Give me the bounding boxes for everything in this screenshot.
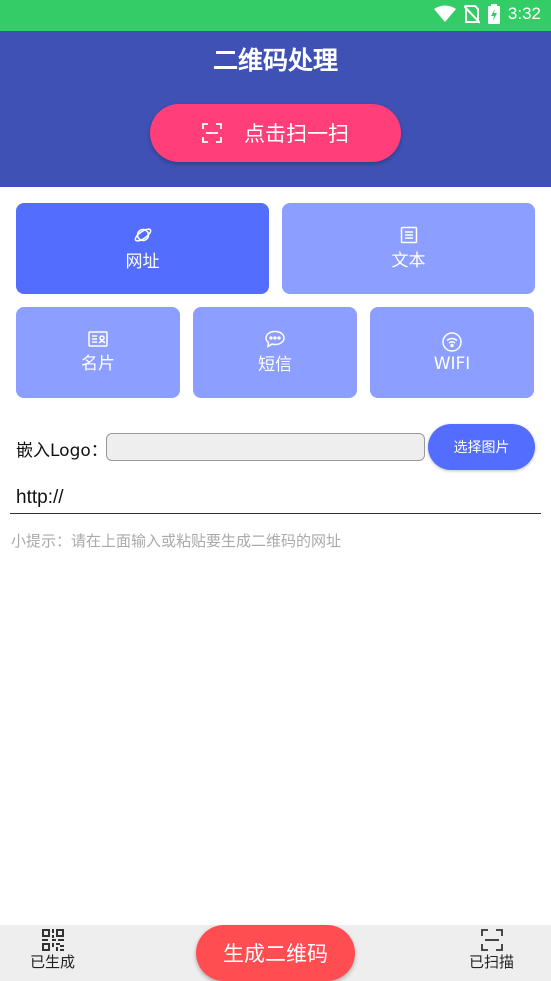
clock: 3:32 bbox=[507, 4, 541, 23]
choose-image-button[interactable]: 选择图片 bbox=[428, 424, 535, 470]
battery-charging-icon bbox=[487, 4, 500, 24]
scan-icon bbox=[202, 123, 222, 143]
tile-sms[interactable]: 短信 bbox=[193, 307, 357, 398]
tile-url-label: 网址 bbox=[125, 252, 160, 272]
page-title: 二维码处理 bbox=[212, 46, 338, 75]
logo-path-field[interactable] bbox=[106, 433, 425, 461]
tile-card[interactable]: 名片 bbox=[16, 307, 180, 398]
hint-text: 小提示：请在上面输入或粘贴要生成二维码的网址 bbox=[11, 532, 342, 550]
status-icons: 3:32 bbox=[433, 4, 541, 24]
nav-generated-label: 已生成 bbox=[30, 953, 76, 971]
tile-wifi[interactable]: WIFI bbox=[370, 307, 534, 398]
nav-scanned-label: 已扫描 bbox=[469, 953, 515, 971]
tile-text-label: 文本 bbox=[391, 251, 426, 271]
planet-icon bbox=[134, 228, 151, 242]
logo-label: 嵌入Logo： bbox=[16, 441, 108, 461]
generate-qr-button[interactable]: 生成二维码 bbox=[196, 925, 355, 981]
wifi-icon bbox=[433, 5, 456, 22]
qr-code-icon bbox=[41, 929, 64, 951]
scan-frame-icon bbox=[480, 929, 503, 951]
id-card-icon bbox=[88, 331, 108, 347]
chat-bubble-icon bbox=[265, 330, 285, 348]
no-sim-icon bbox=[463, 5, 480, 24]
wifi-circle-icon bbox=[442, 331, 462, 352]
tile-sms-label: 短信 bbox=[258, 355, 292, 375]
nav-scanned[interactable]: 已扫描 bbox=[469, 929, 514, 972]
document-icon bbox=[400, 226, 417, 244]
content-input[interactable] bbox=[10, 482, 541, 514]
nav-generated[interactable]: 已生成 bbox=[30, 929, 75, 972]
tile-card-label: 名片 bbox=[81, 354, 115, 374]
scan-button[interactable]: 点击扫一扫 bbox=[150, 104, 401, 162]
tile-text[interactable]: 文本 bbox=[282, 203, 535, 294]
status-bar: 3:32 bbox=[0, 0, 551, 31]
header: 二维码处理 点击扫一扫 bbox=[0, 31, 551, 187]
scan-button-label: 点击扫一扫 bbox=[244, 122, 349, 146]
tile-wifi-label: WIFI bbox=[433, 353, 471, 374]
tile-url[interactable]: 网址 bbox=[16, 203, 269, 294]
